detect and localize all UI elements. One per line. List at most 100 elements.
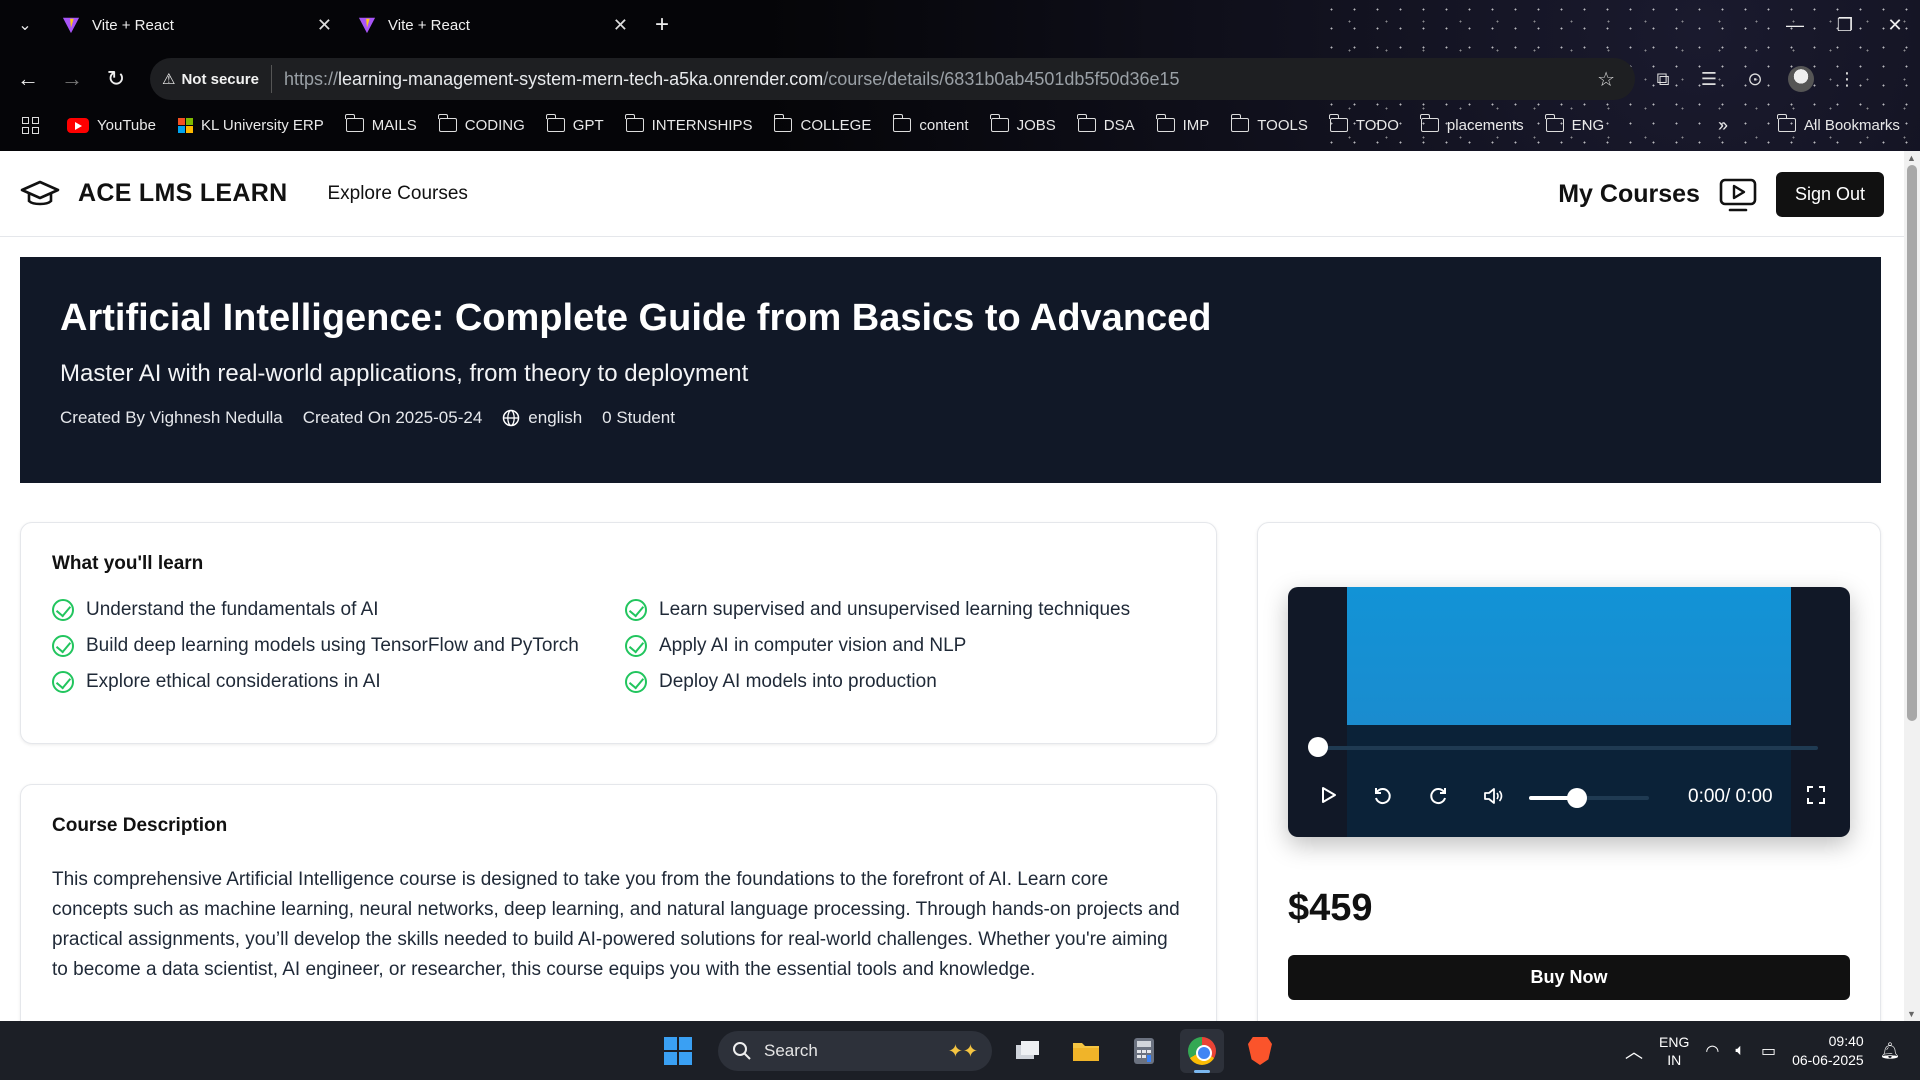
bookmark-folder-mails[interactable]: MAILS — [345, 114, 417, 134]
language-label: english — [528, 408, 583, 427]
scroll-down-arrow-icon[interactable]: ▼ — [1907, 1009, 1916, 1019]
wifi-icon[interactable]: ◠ — [1705, 1041, 1719, 1061]
toolbar-actions: ⧉ ☰ ⊙ ⋮ — [1650, 58, 1860, 100]
explore-courses-link[interactable]: Explore Courses — [327, 183, 467, 205]
browser-chrome: ⌄ Vite + React ✕ Vite + React ✕ + — ❐ ✕ … — [0, 0, 1920, 151]
reload-icon[interactable]: ↻ — [94, 66, 138, 92]
volume-icon[interactable] — [1482, 785, 1504, 807]
course-title: Artificial Intelligence: Complete Guide … — [60, 297, 1212, 339]
folder-icon — [1420, 114, 1439, 132]
extensions-puzzle-icon[interactable]: ⧉ — [1650, 66, 1676, 92]
folder-icon — [773, 114, 793, 132]
calculator-icon[interactable] — [1122, 1029, 1166, 1073]
back-arrow-icon[interactable]: ← — [6, 66, 50, 92]
tray-overflow-chevron-icon[interactable]: ︿ — [1625, 1038, 1643, 1064]
scroll-up-arrow-icon[interactable]: ▲ — [1907, 153, 1916, 163]
bookmark-folder-todo[interactable]: TODO — [1329, 114, 1399, 134]
buy-now-button[interactable]: Buy Now — [1288, 955, 1850, 1000]
all-bookmarks[interactable]: All Bookmarks — [1777, 114, 1900, 134]
course-language: english — [502, 408, 582, 428]
minimize-icon[interactable]: — — [1770, 0, 1820, 50]
taskbar-search[interactable]: Search ✦✦ — [718, 1031, 992, 1071]
more-menu-icon[interactable]: ⋮ — [1834, 66, 1860, 92]
monitor-play-icon[interactable] — [1718, 177, 1758, 213]
reading-list-icon[interactable]: ☰ — [1696, 66, 1722, 92]
tab-2[interactable]: Vite + React ✕ — [346, 0, 642, 50]
learn-item: Apply AI in computer vision and NLP — [625, 635, 1185, 657]
video-frame[interactable] — [1347, 587, 1791, 725]
close-window-icon[interactable]: ✕ — [1870, 0, 1920, 50]
page-viewport: ACE LMS LEARN Explore Courses My Courses… — [0, 151, 1904, 1021]
url-scheme: https:// — [283, 68, 339, 89]
check-circle-icon — [625, 599, 647, 621]
bookmark-folder-jobs[interactable]: JOBS — [989, 114, 1056, 134]
url-path: /course/details/6831b0ab4501db5f50d36e15 — [823, 68, 1180, 89]
bookmark-youtube[interactable]: YouTube — [67, 117, 156, 134]
purchase-card: 0:00/ 0:00 $459 Buy Now — [1257, 522, 1881, 1021]
clock[interactable]: 09:40 06-06-2025 — [1792, 1032, 1864, 1070]
sign-out-button[interactable]: Sign Out — [1775, 172, 1884, 217]
bookmark-folder-coding[interactable]: CODING — [438, 114, 525, 134]
forward-icon[interactable] — [1427, 785, 1449, 807]
apps-grid-icon[interactable] — [22, 116, 39, 134]
tab-1[interactable]: Vite + React ✕ — [50, 0, 346, 50]
page-scrollbar[interactable]: ▲ ▼ — [1904, 151, 1920, 1021]
course-subtitle: Master AI with real-world applications, … — [60, 360, 749, 387]
folder-icon — [345, 114, 364, 132]
fullscreen-icon[interactable] — [1806, 785, 1826, 805]
bookmark-kl-erp[interactable]: KL University ERP — [177, 117, 324, 134]
play-icon[interactable] — [1318, 785, 1338, 805]
screenshot-lens-icon[interactable]: ⊙ — [1742, 66, 1768, 92]
tab-search-chevron-icon[interactable]: ⌄ — [0, 15, 50, 35]
volume-slider[interactable] — [1529, 788, 1649, 808]
bookmark-folder-internships[interactable]: INTERNSHIPS — [625, 114, 752, 134]
site-security-chip[interactable]: ⚠ Not secure — [162, 65, 272, 93]
scrollbar-thumb[interactable] — [1907, 165, 1917, 721]
bookmark-folder-gpt[interactable]: GPT — [546, 114, 604, 134]
bookmark-folder-placements[interactable]: placements — [1420, 114, 1524, 134]
file-explorer-icon[interactable] — [1064, 1029, 1108, 1073]
browser-toolbar: ← → ↻ ⚠ Not secure https://learning-mana… — [0, 58, 1920, 100]
description-title: Course Description — [52, 815, 228, 836]
tab-close-icon[interactable]: ✕ — [317, 15, 332, 36]
learn-item: Understand the fundamentals of AI — [52, 599, 625, 621]
tab-close-icon[interactable]: ✕ — [613, 15, 628, 36]
bookmark-folder-content[interactable]: content — [892, 114, 969, 134]
bookmark-folder-college[interactable]: COLLEGE — [773, 114, 871, 134]
microsoft-grid-icon — [177, 117, 193, 133]
seek-handle[interactable] — [1308, 737, 1328, 757]
volume-handle[interactable] — [1567, 788, 1587, 808]
brave-taskbar-icon[interactable] — [1238, 1029, 1282, 1073]
input-language[interactable]: ENG IN — [1659, 1033, 1689, 1069]
bookmarks-overflow-chevron-icon[interactable]: » — [1718, 115, 1728, 136]
video-player[interactable]: 0:00/ 0:00 — [1288, 587, 1850, 837]
check-circle-icon — [52, 671, 74, 693]
brand-logo-link[interactable]: ACE LMS LEARN — [20, 179, 287, 209]
folder-icon — [1545, 114, 1564, 132]
forward-arrow-icon[interactable]: → — [50, 66, 94, 92]
battery-icon[interactable]: ▭ — [1761, 1041, 1776, 1061]
folder-icon — [546, 114, 565, 132]
seek-bar[interactable] — [1318, 746, 1818, 750]
url-text[interactable]: https://learning-management-system-mern-… — [284, 69, 1180, 90]
bookmark-folder-imp[interactable]: IMP — [1156, 114, 1209, 134]
restore-icon[interactable]: ❐ — [1820, 0, 1870, 50]
bookmark-folder-tools[interactable]: TOOLS — [1230, 114, 1308, 134]
clock-time: 09:40 — [1828, 1032, 1864, 1049]
speaker-icon[interactable]: 🔈︎ — [1735, 1042, 1745, 1060]
my-courses-link[interactable]: My Courses — [1558, 180, 1700, 209]
bookmark-star-icon[interactable]: ☆ — [1597, 67, 1615, 92]
chrome-taskbar-icon[interactable] — [1180, 1029, 1224, 1073]
address-bar[interactable]: ⚠ Not secure https://learning-management… — [150, 58, 1635, 100]
bookmark-folder-eng[interactable]: ENG — [1545, 114, 1604, 134]
profile-avatar[interactable] — [1788, 66, 1814, 92]
folder-icon — [438, 114, 457, 132]
windows-start-icon[interactable] — [664, 1037, 692, 1065]
new-tab-button[interactable]: + — [642, 11, 682, 39]
rewind-icon[interactable] — [1372, 785, 1394, 807]
notifications-bell-icon[interactable]: 🔔︎ — [1880, 1041, 1900, 1061]
check-circle-icon — [52, 599, 74, 621]
bookmark-folder-dsa[interactable]: DSA — [1077, 114, 1135, 134]
folder-icon — [892, 114, 912, 132]
task-view-icon[interactable] — [1006, 1029, 1050, 1073]
